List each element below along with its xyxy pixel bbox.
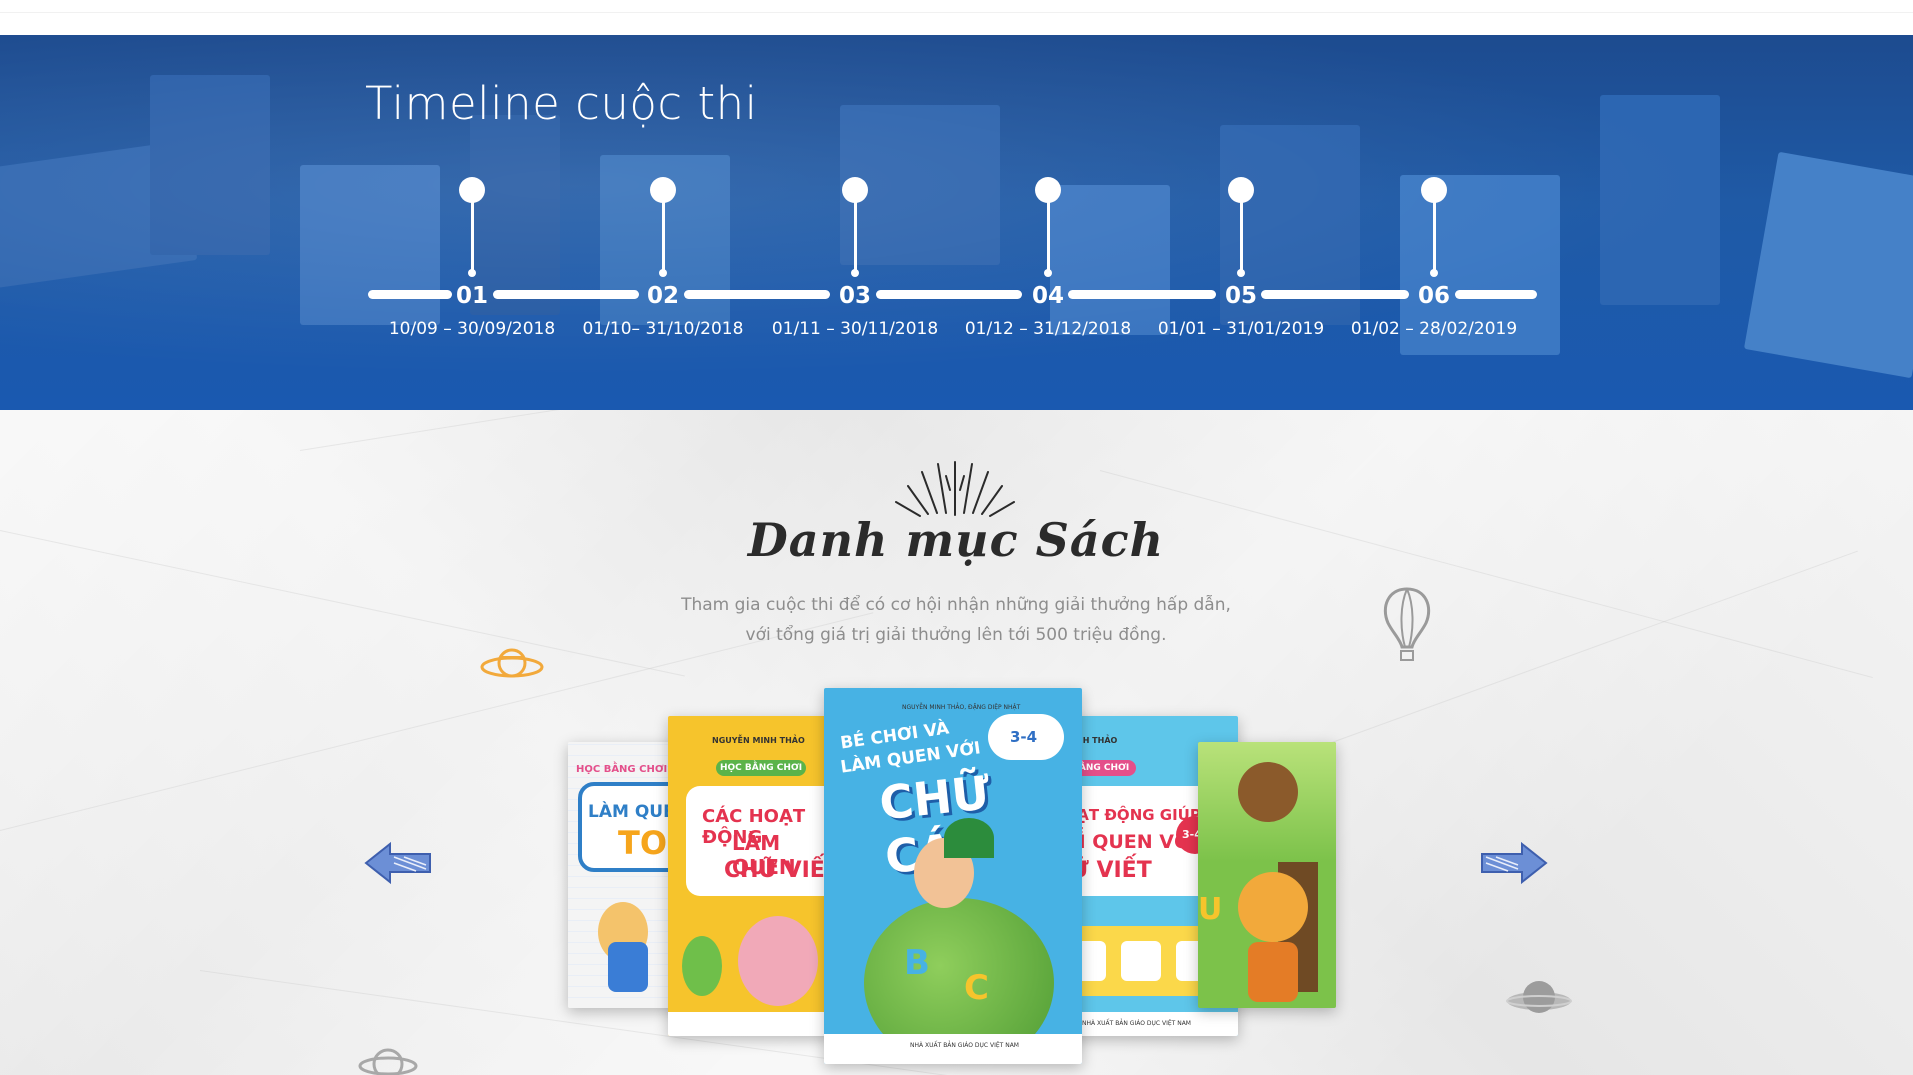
timeline-step-number: 05 [1224,283,1257,309]
planet-icon [480,648,544,678]
planet-icon [1506,981,1572,1013]
next-arrow-button[interactable] [1478,840,1548,886]
sunburst-ornament-icon [895,461,1015,517]
planet-icon [358,1048,418,1075]
section-description: Tham gia cuộc thi để có cơ hội nhận nhữn… [681,595,1231,645]
balloon-icon [1383,587,1431,661]
timeline-step: 06 01/02 – 28/02/2019 [1334,177,1534,382]
timeline-step-date: 01/10– 31/10/2018 [582,319,744,339]
timeline-step-date: 01/11 – 30/11/2018 [771,319,939,339]
timeline-step-date: 01/12 – 31/12/2018 [964,319,1132,339]
top-bar [0,0,1913,36]
timeline-step-date: 10/09 – 30/09/2018 [388,319,556,339]
book-catalog-section: Danh mục Sách Tham gia cuộc thi để có cơ… [0,410,1913,1075]
timeline-section: Timeline cuộc thi 01 10/09 – 30/09/2018 … [0,35,1913,410]
timeline-title: Timeline cuộc thi [365,77,758,130]
timeline-step: 04 01/12 – 31/12/2018 [948,177,1148,382]
book-cover-featured[interactable]: NGUYỄN MINH THẢO, ĐẶNG DIỆP NHẬT BÉ CHƠI… [824,688,1082,1064]
prev-arrow-button[interactable] [364,840,434,886]
timeline-step-number: 03 [838,283,871,309]
timeline-step: 05 01/01 – 31/01/2019 [1141,177,1341,382]
timeline-step: 02 01/10– 31/10/2018 [563,177,763,382]
section-title: Danh mục Sách [747,513,1165,567]
timeline-step-date: 01/02 – 28/02/2019 [1350,319,1518,339]
timeline-step: 03 01/11 – 30/11/2018 [755,177,955,382]
timeline-step-number: 06 [1417,283,1450,309]
timeline-step-number: 02 [646,283,679,309]
timeline-step-number: 01 [455,283,488,309]
timeline-step-number: 04 [1031,283,1064,309]
timeline-step-date: 01/01 – 31/01/2019 [1157,319,1325,339]
book-cover[interactable]: NGUYỄN MINH THẢO HỌC BẰNG CHƠI CÁC HOẠT … [668,716,833,1036]
book-cover[interactable]: U [1198,742,1336,1008]
timeline-step: 01 10/09 – 30/09/2018 [372,177,572,382]
